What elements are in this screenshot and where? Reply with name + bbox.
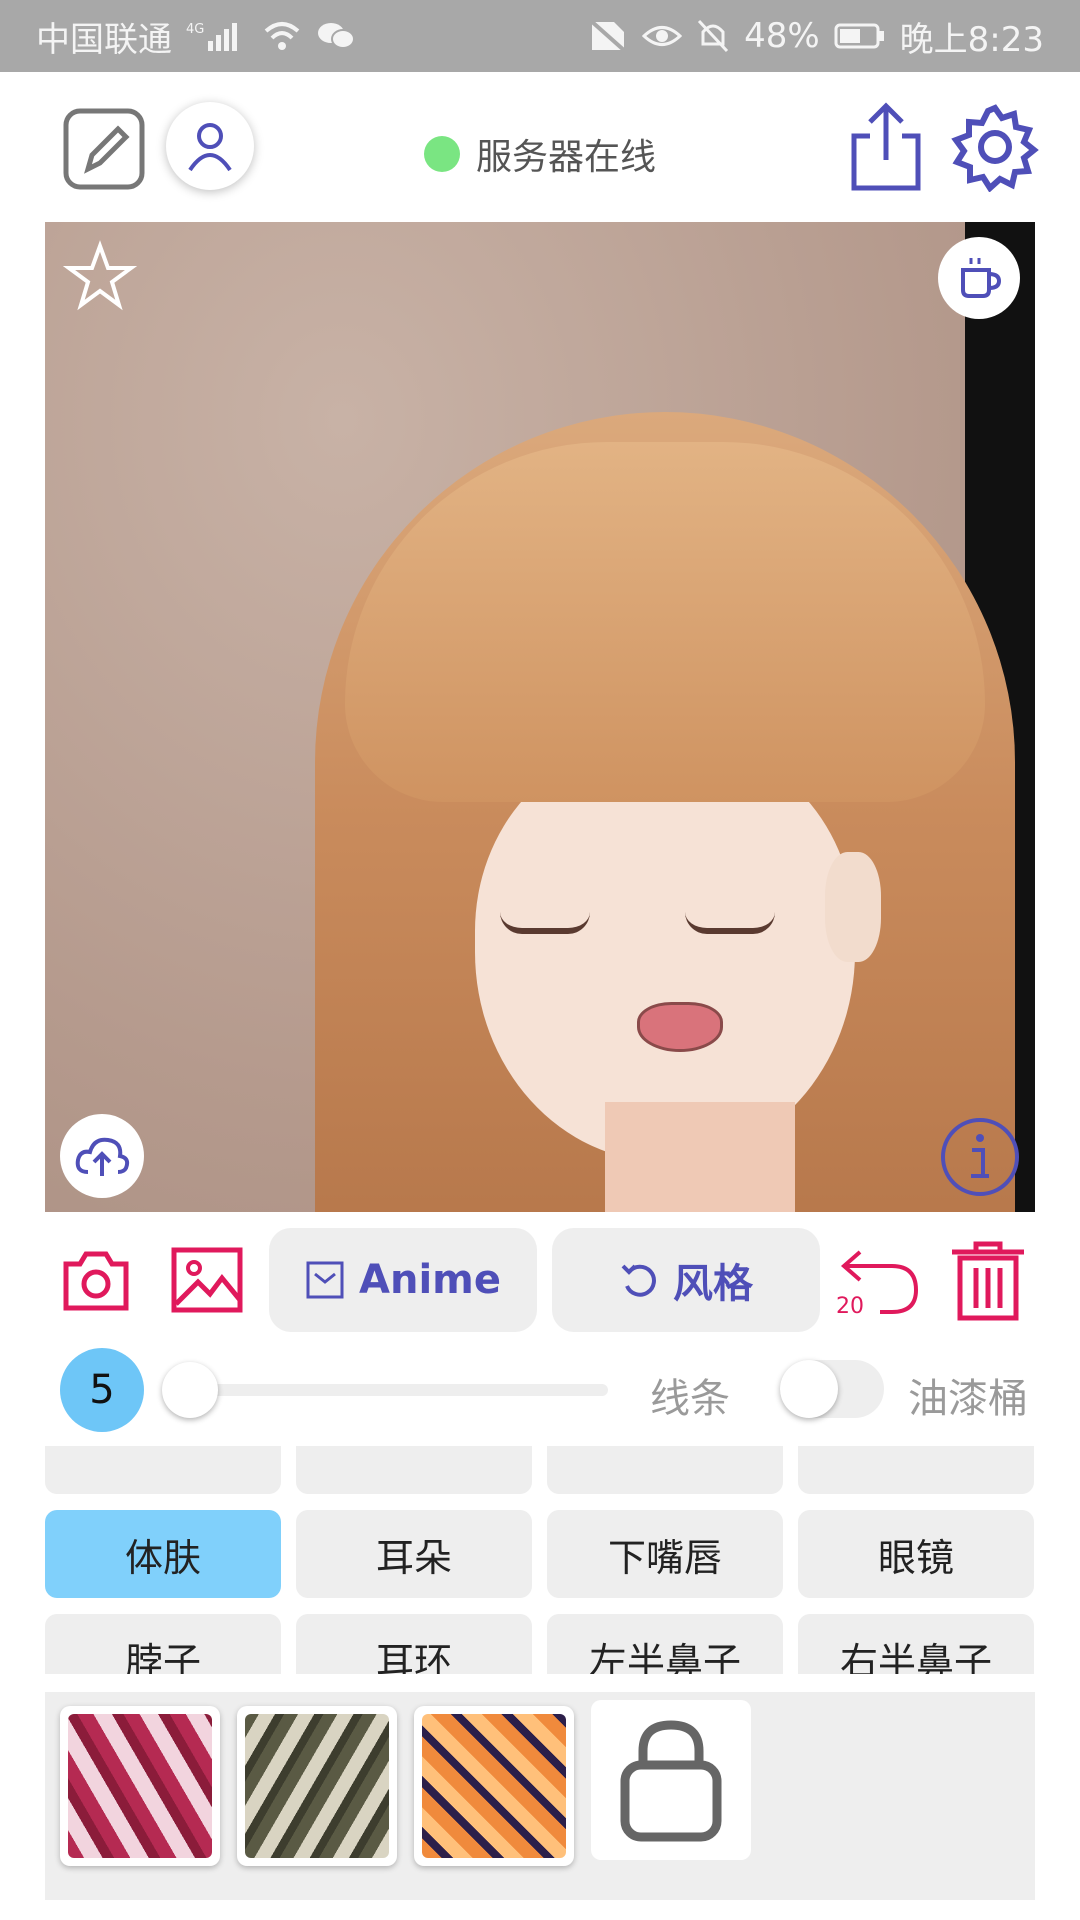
anime-mode-button[interactable]: Anime <box>269 1228 537 1332</box>
generated-image-face <box>475 742 855 1162</box>
face-part-glasses[interactable]: 眼镜 <box>798 1510 1034 1598</box>
battery-percent: 48% <box>744 16 820 56</box>
battery-icon <box>834 22 886 50</box>
face-part-grid: 体肤 耳朵 下嘴唇 眼镜 脖子 耳环 左半鼻子 右半鼻子 <box>45 1446 1035 1674</box>
coffee-cup-icon <box>961 258 1002 298</box>
info-icon <box>941 1118 1019 1196</box>
donate-button[interactable] <box>938 237 1020 319</box>
face-part-neck[interactable]: 脖子 <box>45 1614 281 1674</box>
tool-row: Anime 风格 20 <box>0 1228 1080 1332</box>
user-profile-button[interactable] <box>166 102 254 190</box>
red-marble-texture <box>68 1714 212 1858</box>
wechat-icon <box>316 19 356 53</box>
face-part-hidden[interactable] <box>45 1446 281 1494</box>
style-button[interactable]: 风格 <box>552 1228 820 1332</box>
face-part-left-nose[interactable]: 左半鼻子 <box>547 1614 783 1674</box>
gray-camo-texture <box>245 1714 389 1858</box>
texture-swatch-gray[interactable] <box>237 1706 397 1866</box>
refresh-icon <box>621 1264 656 1297</box>
brush-size-value: 5 <box>89 1367 115 1413</box>
face-part-lower-lip[interactable]: 下嘴唇 <box>547 1510 783 1598</box>
cloud-upload-icon <box>75 1137 130 1176</box>
eye-comfort-icon <box>642 21 683 51</box>
signal-icon: 4G <box>186 19 248 53</box>
face-part-ear[interactable]: 耳朵 <box>296 1510 532 1598</box>
server-status: 服务器在线 <box>424 128 656 180</box>
favorite-button[interactable] <box>62 240 138 314</box>
wifi-icon <box>262 19 302 53</box>
share-button[interactable] <box>846 102 926 192</box>
generated-image-right-eye <box>685 912 775 934</box>
mute-icon <box>696 18 730 54</box>
face-part-hidden[interactable] <box>296 1446 532 1494</box>
share-icon <box>851 102 921 191</box>
top-bar: 服务器在线 <box>0 72 1080 222</box>
sketch-mode-button[interactable] <box>62 107 146 191</box>
gallery-button[interactable] <box>170 1244 244 1316</box>
undo-count: 20 <box>836 1294 864 1319</box>
face-part-skin[interactable]: 体肤 <box>45 1510 281 1598</box>
face-part-right-nose[interactable]: 右半鼻子 <box>798 1614 1034 1674</box>
camera-button[interactable] <box>60 1246 132 1314</box>
online-indicator-icon <box>424 136 460 172</box>
brush-size-badge: 5 <box>60 1348 144 1432</box>
paint-bucket-label: 油漆桶 <box>908 1376 1028 1422</box>
lock-icon <box>620 1720 722 1842</box>
sketch-pen-icon <box>63 108 145 190</box>
checkbox-icon <box>306 1261 344 1299</box>
face-part-grid-inner: 体肤 耳朵 下嘴唇 眼镜 脖子 耳环 左半鼻子 右半鼻子 <box>45 1446 1034 1674</box>
clock: 晚上8:23 <box>899 19 1044 60</box>
status-bar-left: 中国联通 4G <box>36 12 356 61</box>
camera-icon <box>63 1251 129 1311</box>
status-bar: 中国联通 4G 48% 晚上8:23 <box>0 0 1080 72</box>
network-type: 4G <box>186 22 204 37</box>
trash-icon <box>952 1241 1024 1321</box>
settings-button[interactable] <box>950 102 1040 193</box>
image-icon <box>171 1247 243 1313</box>
generated-image-neck <box>605 1102 795 1212</box>
brush-size-slider-track[interactable] <box>190 1384 608 1396</box>
image-canvas[interactable] <box>45 222 1035 1212</box>
gear-icon <box>951 104 1039 193</box>
brush-settings-row: 5 线条 油漆桶 <box>0 1346 1080 1434</box>
texture-swatch-panel <box>45 1692 1035 1900</box>
carrier-name: 中国联通 <box>36 19 172 60</box>
texture-swatch-red[interactable] <box>60 1706 220 1866</box>
star-icon <box>62 240 138 311</box>
generated-image-ear <box>825 852 881 962</box>
face-part-hidden[interactable] <box>798 1446 1034 1494</box>
delete-button[interactable] <box>948 1238 1028 1324</box>
texture-swatch-orange[interactable] <box>414 1706 574 1866</box>
cloud-upload-button[interactable] <box>60 1114 144 1198</box>
brush-size-slider-thumb[interactable] <box>162 1362 218 1418</box>
line-label: 线条 <box>650 1376 730 1422</box>
generated-image-mouth <box>637 1002 723 1052</box>
face-part-hidden[interactable] <box>547 1446 783 1494</box>
toggle-knob <box>780 1360 838 1418</box>
server-status-label: 服务器在线 <box>476 137 657 178</box>
orange-tiger-texture <box>422 1714 566 1858</box>
style-label: 风格 <box>673 1261 753 1307</box>
paint-bucket-toggle[interactable] <box>780 1360 884 1418</box>
anime-mode-label: Anime <box>359 1257 501 1303</box>
status-bar-right: 48% 晚上8:23 <box>588 12 1044 61</box>
user-icon <box>188 123 232 172</box>
generated-image-left-eye <box>500 912 590 934</box>
no-sim-icon <box>588 18 628 54</box>
locked-swatch-button[interactable] <box>591 1700 751 1860</box>
info-button[interactable] <box>939 1116 1021 1198</box>
face-part-earring[interactable]: 耳环 <box>296 1614 532 1674</box>
